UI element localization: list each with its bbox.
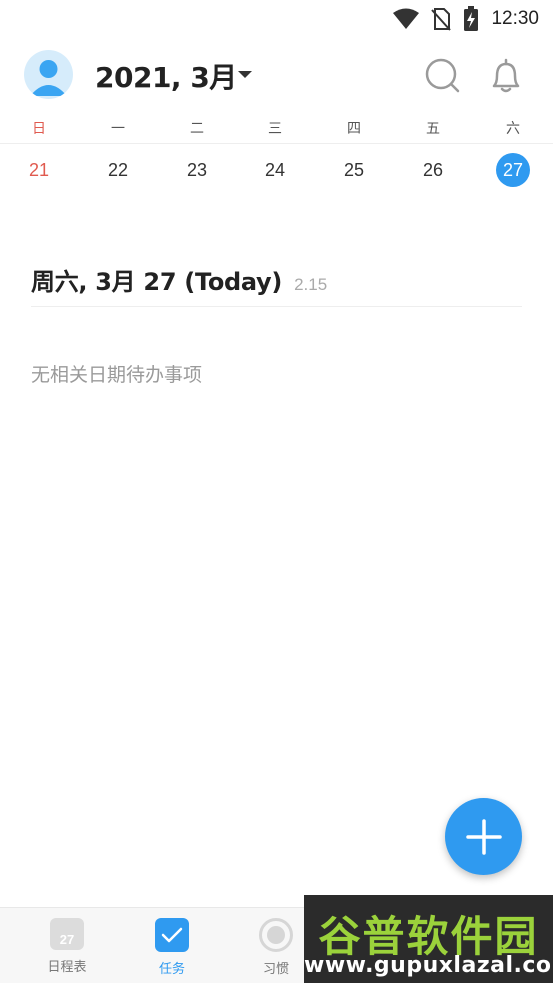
day-cell[interactable]: 24: [258, 153, 292, 187]
weekday-label-wed: 三: [268, 121, 282, 137]
status-time: 12:30: [491, 8, 539, 29]
day-cell[interactable]: 23: [180, 153, 214, 187]
user-avatar-icon[interactable]: [24, 50, 73, 99]
calendar-icon: 27: [50, 918, 84, 950]
no-sim-icon: [431, 8, 452, 31]
day-cell[interactable]: 26: [416, 153, 450, 187]
divider: [0, 143, 553, 144]
nav-item-calendar[interactable]: 27 日程表: [27, 918, 107, 975]
day-cell[interactable]: 21: [22, 153, 56, 187]
date-heading-title: 周六, 3月 27 (Today): [31, 268, 283, 296]
nav-item-tasks[interactable]: 任务: [132, 918, 212, 977]
week-day-row: 21 22 23 24 25 26 27: [0, 153, 553, 187]
watermark-url: www.gupuxlazal.com: [304, 953, 553, 978]
nav-label-tasks: 任务: [158, 962, 185, 977]
watermark: 谷普软件园 www.gupuxlazal.com: [304, 895, 553, 983]
day-cell[interactable]: 25: [337, 153, 371, 187]
nav-label-habits: 习惯: [262, 962, 289, 977]
wifi-icon: [393, 8, 420, 29]
battery-charging-icon: [464, 6, 479, 31]
date-heading: 周六, 3月 27 (Today) 2.15: [31, 262, 327, 297]
bell-icon: [492, 58, 520, 93]
add-task-button[interactable]: [445, 798, 522, 875]
weekday-label-sat: 六: [506, 121, 520, 137]
chevron-down-icon[interactable]: [237, 70, 253, 80]
habit-icon: [259, 918, 293, 952]
notifications-button[interactable]: [486, 56, 526, 96]
status-icons: 12:30: [393, 6, 539, 32]
day-cell-today[interactable]: 27: [496, 153, 530, 187]
weekday-label-mon: 一: [111, 121, 125, 137]
day-cell[interactable]: 22: [101, 153, 135, 187]
month-title[interactable]: 2021, 3月: [95, 56, 237, 96]
nav-label-calendar: 日程表: [47, 960, 87, 975]
weekday-label-thu: 四: [347, 121, 361, 137]
plus-icon: [465, 818, 502, 855]
weekday-label-fri: 五: [426, 121, 440, 137]
date-heading-sub: 2.15: [294, 275, 328, 294]
weekday-label-tue: 二: [190, 121, 204, 137]
checkbox-icon: [155, 918, 189, 952]
search-button[interactable]: [422, 56, 462, 96]
weekday-header-row: 日 一 二 三 四 五 六: [0, 118, 553, 140]
search-icon: [425, 58, 460, 93]
divider: [31, 306, 522, 307]
empty-state-text: 无相关日期待办事项: [31, 364, 203, 386]
status-bar: 12:30: [0, 0, 553, 38]
app-header: 2021, 3月: [0, 44, 553, 106]
weekday-label-sun: 日: [32, 121, 46, 137]
calendar-icon-date: 27: [59, 932, 75, 947]
